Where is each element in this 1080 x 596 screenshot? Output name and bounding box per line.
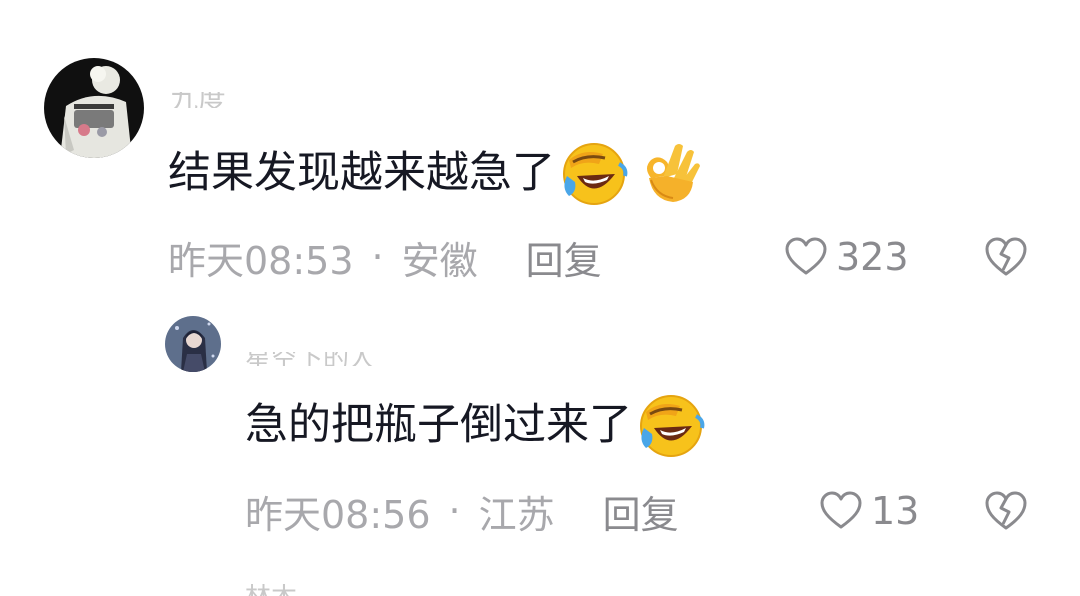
- comment-time: 昨天08:56: [245, 492, 431, 537]
- like-count: 13: [871, 489, 920, 533]
- heart-outline-icon: [785, 237, 827, 275]
- comment-text: 结果发现越来越急了: [168, 140, 703, 206]
- like-button[interactable]: 323: [784, 232, 909, 282]
- comment-meta: 昨天08:56 · 江苏 回复: [245, 484, 679, 539]
- meta-separator: ·: [448, 489, 461, 533]
- comment-location: 江苏: [478, 492, 555, 537]
- comment-body: 结果发现越来越急了: [168, 147, 555, 198]
- comment-username[interactable]: 九度: [170, 92, 330, 108]
- comment-username[interactable]: 林木: [245, 584, 365, 596]
- reply-button[interactable]: 回复: [526, 230, 602, 285]
- ok-hand-emoji-icon: [633, 138, 703, 208]
- comment-location: 安徽: [401, 238, 478, 283]
- comment-meta: 昨天08:53 · 安徽 回复: [168, 230, 602, 285]
- laughing-crying-emoji-icon: [559, 138, 629, 208]
- broken-heart-icon: [985, 237, 1027, 276]
- heart-outline-icon: [820, 491, 862, 529]
- avatar[interactable]: [44, 58, 144, 158]
- comment-body: 急的把瓶子倒过来了: [245, 399, 632, 450]
- dislike-button[interactable]: [984, 236, 1028, 278]
- meta-separator: ·: [371, 235, 384, 279]
- comment-thread: 九度 结果发现越来越急了: [0, 0, 1080, 596]
- avatar-anime-icon: [165, 316, 221, 372]
- dislike-button[interactable]: [984, 490, 1028, 532]
- like-count: 323: [836, 235, 909, 279]
- comment-time: 昨天08:53: [168, 238, 354, 283]
- like-button[interactable]: 13: [819, 486, 919, 536]
- laughing-crying-emoji-icon: [636, 390, 706, 460]
- comment-text: 急的把瓶子倒过来了: [245, 392, 706, 458]
- comment-username[interactable]: 星空下的人: [245, 352, 415, 366]
- reply-button[interactable]: 回复: [603, 484, 679, 539]
- broken-heart-icon: [985, 491, 1027, 530]
- avatar-photo-icon: [44, 58, 144, 158]
- avatar[interactable]: [165, 316, 221, 372]
